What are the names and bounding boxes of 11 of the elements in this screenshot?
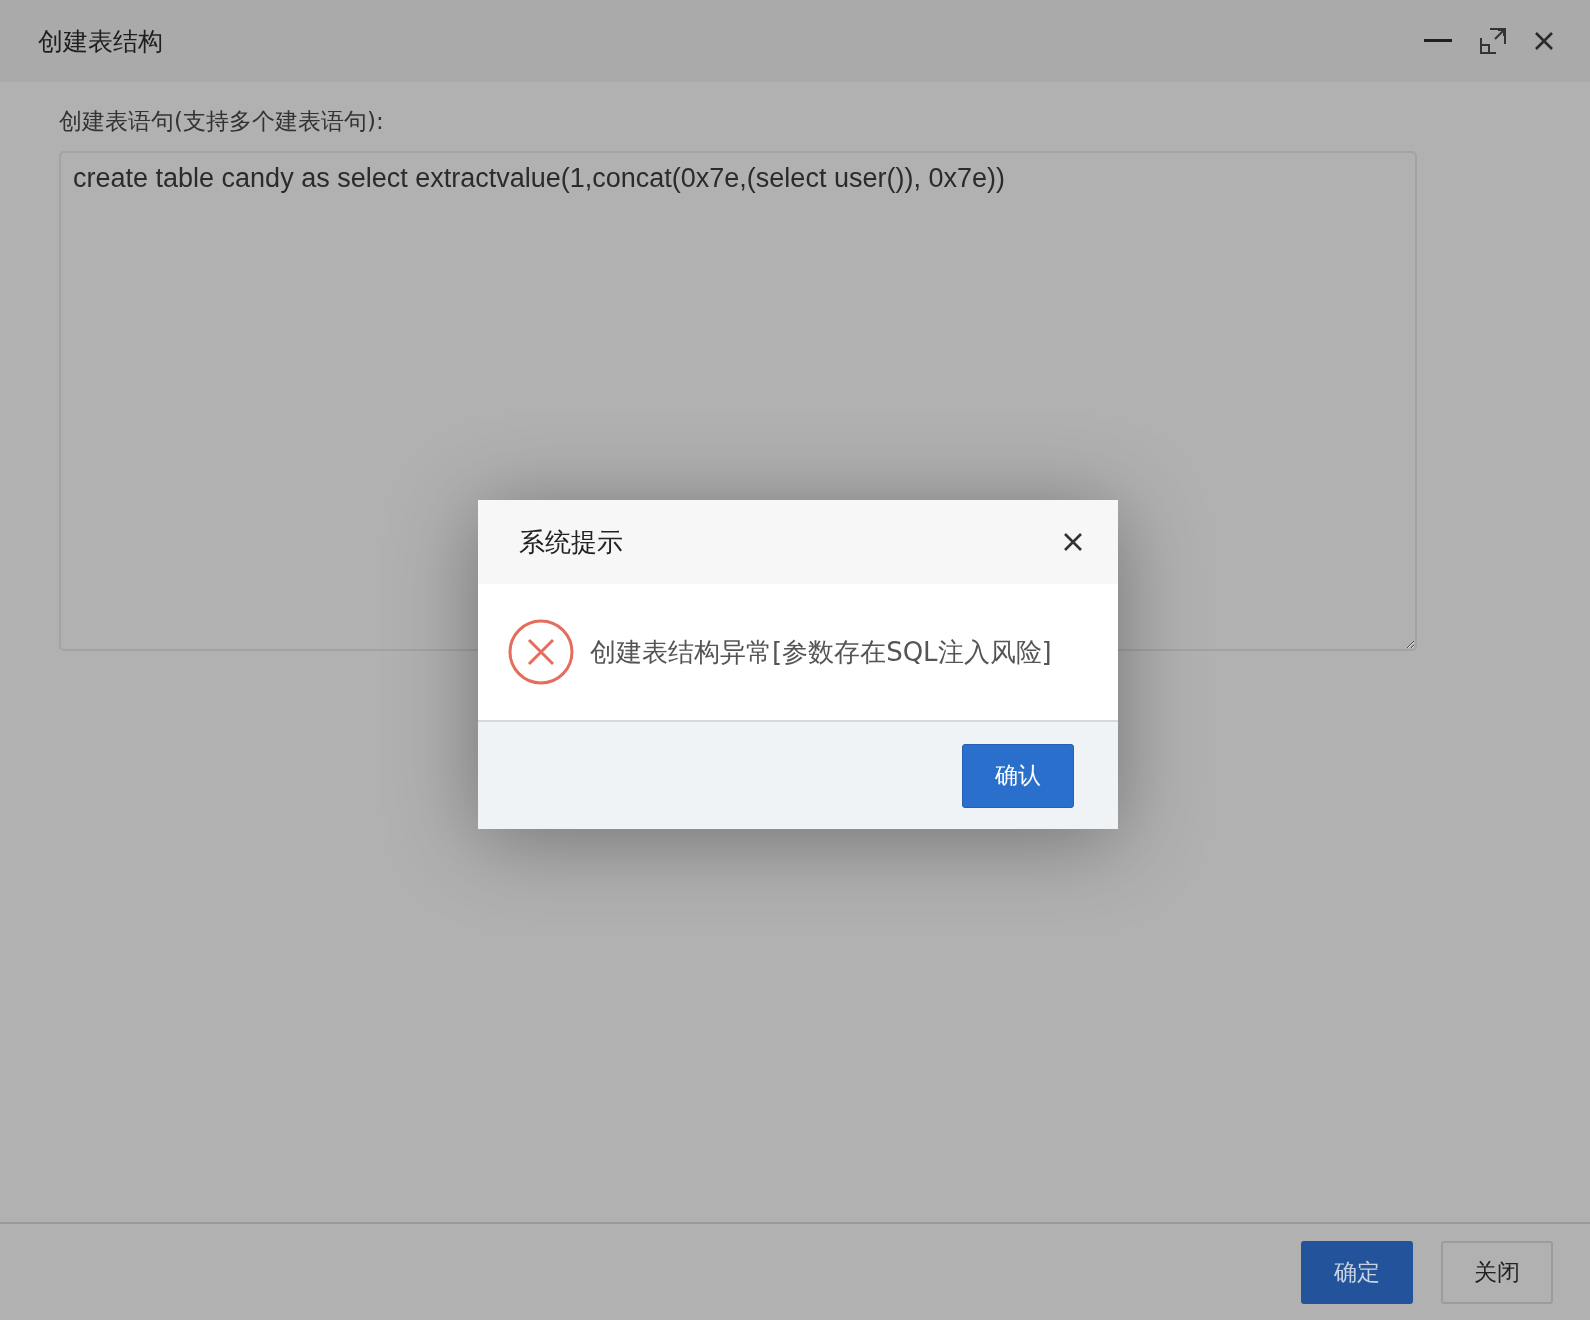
- maximize-icon[interactable]: [1478, 26, 1508, 56]
- field-label: 创建表语句(支持多个建表语句):: [59, 107, 385, 136]
- confirm-button[interactable]: 确定: [1301, 1240, 1413, 1304]
- dialog-title: 系统提示: [519, 525, 623, 559]
- ok-button[interactable]: 确认: [962, 743, 1074, 808]
- close-button[interactable]: 关闭: [1441, 1240, 1553, 1304]
- window-title: 创建表结构: [38, 25, 163, 58]
- close-icon[interactable]: [1064, 533, 1082, 551]
- close-icon[interactable]: [1534, 31, 1554, 51]
- error-icon: [508, 619, 574, 685]
- minimize-icon[interactable]: [1424, 38, 1452, 44]
